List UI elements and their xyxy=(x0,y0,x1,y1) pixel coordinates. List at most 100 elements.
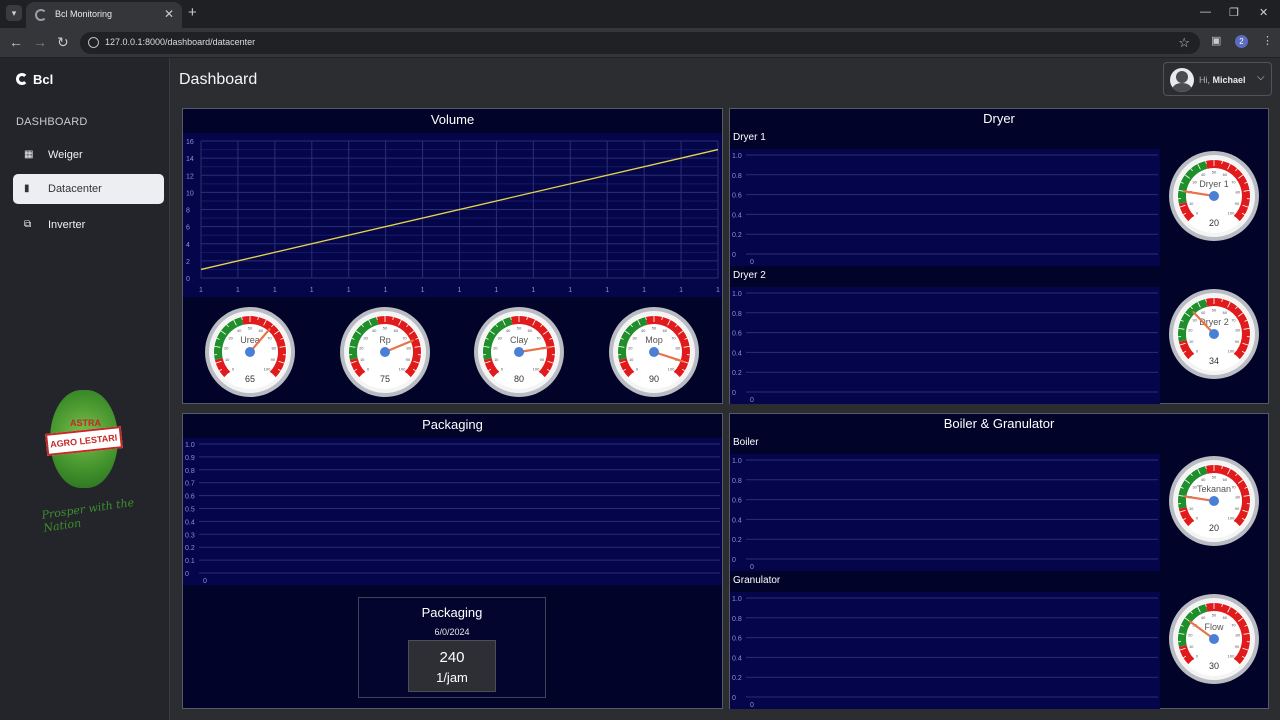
reload-icon[interactable]: ↻ xyxy=(57,34,69,51)
gauge-scale-label: 10 xyxy=(1189,201,1194,206)
gauge-scale-label: 100 xyxy=(668,366,675,371)
gauge-value: 75 xyxy=(380,374,390,384)
packaging-card-title: Packaging xyxy=(421,605,483,620)
y-tick-label: 14 xyxy=(186,156,194,163)
x-tick-label: 1 xyxy=(679,287,683,294)
gauge-value: 90 xyxy=(649,374,659,384)
gauge-scale-label: 50 xyxy=(1212,613,1217,618)
gauge-hub xyxy=(245,347,255,357)
bookmark-star-icon[interactable]: ☆ xyxy=(1178,35,1190,51)
sidebar-item-inverter[interactable]: ⧉ Inverter xyxy=(13,210,164,240)
gauge-label: Clay xyxy=(510,335,529,345)
y-tick-label: 1.0 xyxy=(185,442,195,449)
packaging-value-box: 240 1/jam xyxy=(408,640,496,692)
y-tick-label: 0.2 xyxy=(732,370,742,377)
gauge-scale-label: 100 xyxy=(399,366,406,371)
gauge-scale-label: 80 xyxy=(1235,328,1240,333)
dryer-2-chart[interactable]: 0 0.2 0.4 0.6 0.8 1.0 0 xyxy=(730,287,1160,404)
gauge-scale-label: 40 xyxy=(506,328,511,333)
chart-svg: 0 0.2 0.4 0.6 0.8 1.0 0 xyxy=(732,596,1158,709)
user-menu[interactable]: Hi, Michael ⌵ xyxy=(1163,62,1272,96)
site-info-icon[interactable] xyxy=(88,37,99,48)
new-tab-icon[interactable]: + xyxy=(188,4,197,21)
packaging-card-date: 6/0/2024 xyxy=(434,627,470,637)
y-tick-label: 0 xyxy=(732,557,736,564)
brand[interactable]: Bcl xyxy=(16,72,53,87)
bar-chart-icon: ▮ xyxy=(24,183,30,194)
gauge-scale-label: 20 xyxy=(224,346,229,351)
chart-svg: 0 0.2 0.4 0.6 0.8 1.0 0 xyxy=(732,458,1158,571)
gauge-scale-label: 20 xyxy=(1188,633,1193,638)
x-tick-label: 1 xyxy=(347,287,351,294)
y-tick-label: 0.4 xyxy=(732,517,742,524)
gauge-value: 20 xyxy=(1209,523,1219,533)
y-tick-label: 0.5 xyxy=(185,507,195,514)
packaging-chart[interactable]: 0 0.1 0.2 0.3 0.4 0.5 0.6 0.7 0.8 0.9 1.0 0 xyxy=(183,438,722,585)
gauge-scale-label: 90 xyxy=(1235,339,1240,344)
gauge-scale-label: 50 xyxy=(1212,170,1217,175)
x-tick-label: 0 xyxy=(750,259,754,266)
gauge-hub xyxy=(1209,191,1219,201)
window-close-icon[interactable]: ✕ xyxy=(1259,6,1268,19)
x-tick-label: 1 xyxy=(605,287,609,294)
tab-close-icon[interactable]: ✕ xyxy=(164,7,174,21)
gauge-scale-label: 10 xyxy=(1189,339,1194,344)
restore-icon[interactable]: ❐ xyxy=(1229,6,1239,19)
y-tick-label: 4 xyxy=(186,242,190,249)
gauge-hub xyxy=(1209,329,1219,339)
browser-menu-icon[interactable]: ⋮ xyxy=(1262,34,1273,47)
url-text: 127.0.0.1:8000/dashboard/datacenter xyxy=(105,37,256,47)
y-tick-label: 0.8 xyxy=(732,173,742,180)
url-field[interactable]: 127.0.0.1:8000/dashboard/datacenter ☆ xyxy=(80,32,1200,54)
grid-icon: ▦ xyxy=(24,149,34,160)
gauge-scale-label: 70 xyxy=(1231,317,1236,322)
dryer-1-label: Dryer 1 xyxy=(733,132,766,143)
gauge-scale-label: 30 xyxy=(363,335,368,340)
minimize-icon[interactable]: — xyxy=(1200,6,1211,18)
sidebar-item-weiger[interactable]: ▦ Weiger xyxy=(13,140,164,170)
y-tick-label: 0.2 xyxy=(732,232,742,239)
gauge-label: Flow xyxy=(1204,622,1224,632)
gauge-scale-label: 20 xyxy=(628,346,633,351)
gauge-scale-label: 10 xyxy=(225,357,230,362)
back-icon[interactable]: ← xyxy=(9,34,23,50)
sidepanel-icon[interactable]: ▣ xyxy=(1211,34,1221,47)
y-tick-label: 1.0 xyxy=(732,458,742,465)
address-bar: ← → ↻ 127.0.0.1:8000/dashboard/datacente… xyxy=(0,28,1280,58)
y-tick-label: 0.1 xyxy=(185,558,195,565)
tab-search-icon[interactable]: ▾ xyxy=(6,5,22,21)
boiler-chart[interactable]: 0 0.2 0.4 0.6 0.8 1.0 0 xyxy=(730,454,1160,571)
gauge-scale-label: 30 xyxy=(228,335,233,340)
granulator-chart[interactable]: 0 0.2 0.4 0.6 0.8 1.0 0 xyxy=(730,592,1160,709)
sidebar-item-datacenter[interactable]: ▮ Datacenter xyxy=(13,174,164,204)
profile-avatar[interactable]: 2 xyxy=(1235,35,1248,48)
y-tick-label: 0 xyxy=(732,390,736,397)
browser-tab[interactable]: Bcl Monitoring ✕ xyxy=(26,2,182,28)
y-tick-label: 0.2 xyxy=(732,537,742,544)
volume-chart[interactable]: 0 2 4 6 8 10 12 14 16 1 1 1 1 1 1 1 1 1 1 1 1 1 1 1 xyxy=(183,133,722,297)
forward-icon[interactable]: → xyxy=(33,34,47,50)
dryer-2-label: Dryer 2 xyxy=(733,270,766,281)
y-tick-label: 0.4 xyxy=(732,655,742,662)
dryer-title: Dryer xyxy=(983,111,1015,126)
gauge-scale-label: 60 xyxy=(259,328,264,333)
chart-svg: 0 0.2 0.4 0.6 0.8 1.0 0 xyxy=(732,291,1158,404)
gauge-scale-label: 90 xyxy=(406,357,411,362)
gauge-scale-label: 70 xyxy=(671,335,676,340)
y-tick-label: 0 xyxy=(185,571,189,578)
gauge-scale-label: 50 xyxy=(517,326,522,331)
y-tick-label: 0.6 xyxy=(185,494,195,501)
y-tick-label: 0.6 xyxy=(732,636,742,643)
x-tick-label: 0 xyxy=(750,702,754,709)
gauge-scale-label: 80 xyxy=(1235,190,1240,195)
y-tick-label: 6 xyxy=(186,225,190,232)
y-tick-label: 0.8 xyxy=(732,478,742,485)
gauge-scale-label: 60 xyxy=(1223,172,1228,177)
gauge-scale-label: 80 xyxy=(1235,633,1240,638)
gauge-scale-label: 50 xyxy=(1212,475,1217,480)
gauge-scale-label: 90 xyxy=(540,357,545,362)
dryer-1-chart[interactable]: 0 0.2 0.4 0.6 0.8 1.0 0 xyxy=(730,149,1160,266)
chart-svg: 0 0.1 0.2 0.3 0.4 0.5 0.6 0.7 0.8 0.9 1.0 0 xyxy=(185,442,720,585)
tab-favicon-icon xyxy=(35,9,47,21)
avatar xyxy=(1170,68,1194,92)
